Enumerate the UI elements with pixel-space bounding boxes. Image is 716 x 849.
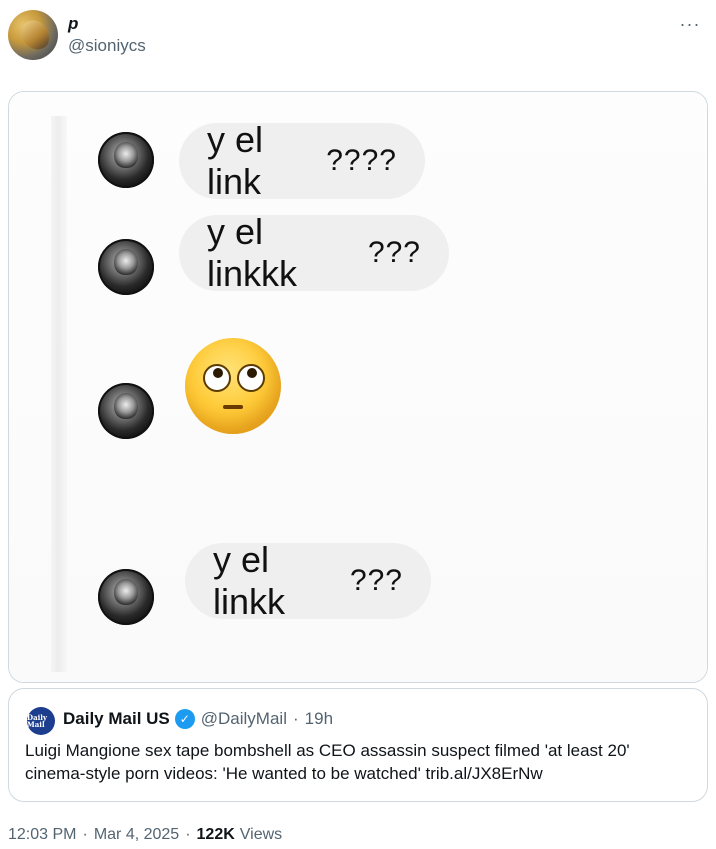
quoted-author-name[interactable]: Daily Mail US: [63, 709, 170, 729]
chat-bubble-text: y el link: [207, 119, 264, 202]
quoted-author-handle[interactable]: @DailyMail: [201, 709, 287, 729]
tweet-meta: 12:03 PM · Mar 4, 2025 · 122K Views: [8, 824, 282, 846]
tweet-header: p @sioniycs ···: [8, 8, 708, 64]
chat-bubble-suffix: ???: [349, 564, 403, 597]
chat-bubble: y el linkkk ???: [179, 211, 449, 294]
chat-message-row: [9, 373, 707, 463]
chat-bubble: y el linkk ???: [185, 539, 431, 622]
views-count: 122K: [196, 826, 235, 843]
chat-message-row: y el link ????: [9, 113, 707, 203]
emoji-eye-right: [237, 364, 265, 392]
more-horizontal-icon: ···: [679, 13, 701, 34]
separator-dot: ·: [292, 709, 299, 728]
chat-message-row: y el linkkk ???: [9, 211, 707, 303]
views-label: Views: [239, 826, 283, 843]
more-options-button[interactable]: ···: [678, 12, 702, 36]
chat-avatar: [98, 239, 154, 295]
chat-bubble: y el link ????: [179, 119, 425, 202]
chat-bubble-suffix: ???: [367, 236, 421, 269]
verified-badge-icon: ✓: [174, 709, 195, 729]
chat-message-row: y el linkk ???: [9, 539, 707, 633]
chat-bubble-suffix: ????: [326, 144, 397, 177]
logo-text: Daily Mail: [27, 713, 47, 729]
quoted-tweet-text: Luigi Mangione sex tape bombshell as CEO…: [25, 741, 630, 783]
tweet-time[interactable]: 12:03 PM: [8, 826, 76, 844]
author-display-name[interactable]: p: [68, 14, 78, 34]
separator-dot: ·: [82, 826, 88, 843]
daily-mail-logo-icon: Daily Mail: [27, 707, 55, 735]
separator-dot: ·: [185, 826, 191, 843]
tweet-date[interactable]: Mar 4, 2025: [94, 826, 179, 844]
emoji-eye-left: [203, 364, 231, 392]
chat-avatar: [98, 383, 154, 439]
quoted-tweet[interactable]: Daily Mail Daily Mail US ✓ @DailyMail · …: [8, 688, 708, 802]
chat-avatar: [98, 569, 154, 625]
tweet-media-image[interactable]: y el link ???? y el linkkk ??? y el link…: [8, 91, 708, 683]
rolling-eyes-emoji-icon: [185, 338, 281, 434]
author-avatar[interactable]: [8, 10, 58, 60]
chat-screenshot: y el link ???? y el linkkk ??? y el link…: [9, 92, 707, 682]
quoted-tweet-time[interactable]: 19h: [305, 709, 333, 729]
author-handle[interactable]: @sioniycs: [68, 36, 146, 56]
chat-bubble-text: y el linkkk: [207, 211, 298, 294]
emoji-mouth: [223, 405, 243, 409]
chat-avatar: [98, 132, 154, 188]
chat-bubble-text: y el linkk: [213, 539, 286, 622]
quoted-tweet-header: Daily Mail US ✓ @DailyMail · 19h: [63, 707, 333, 731]
